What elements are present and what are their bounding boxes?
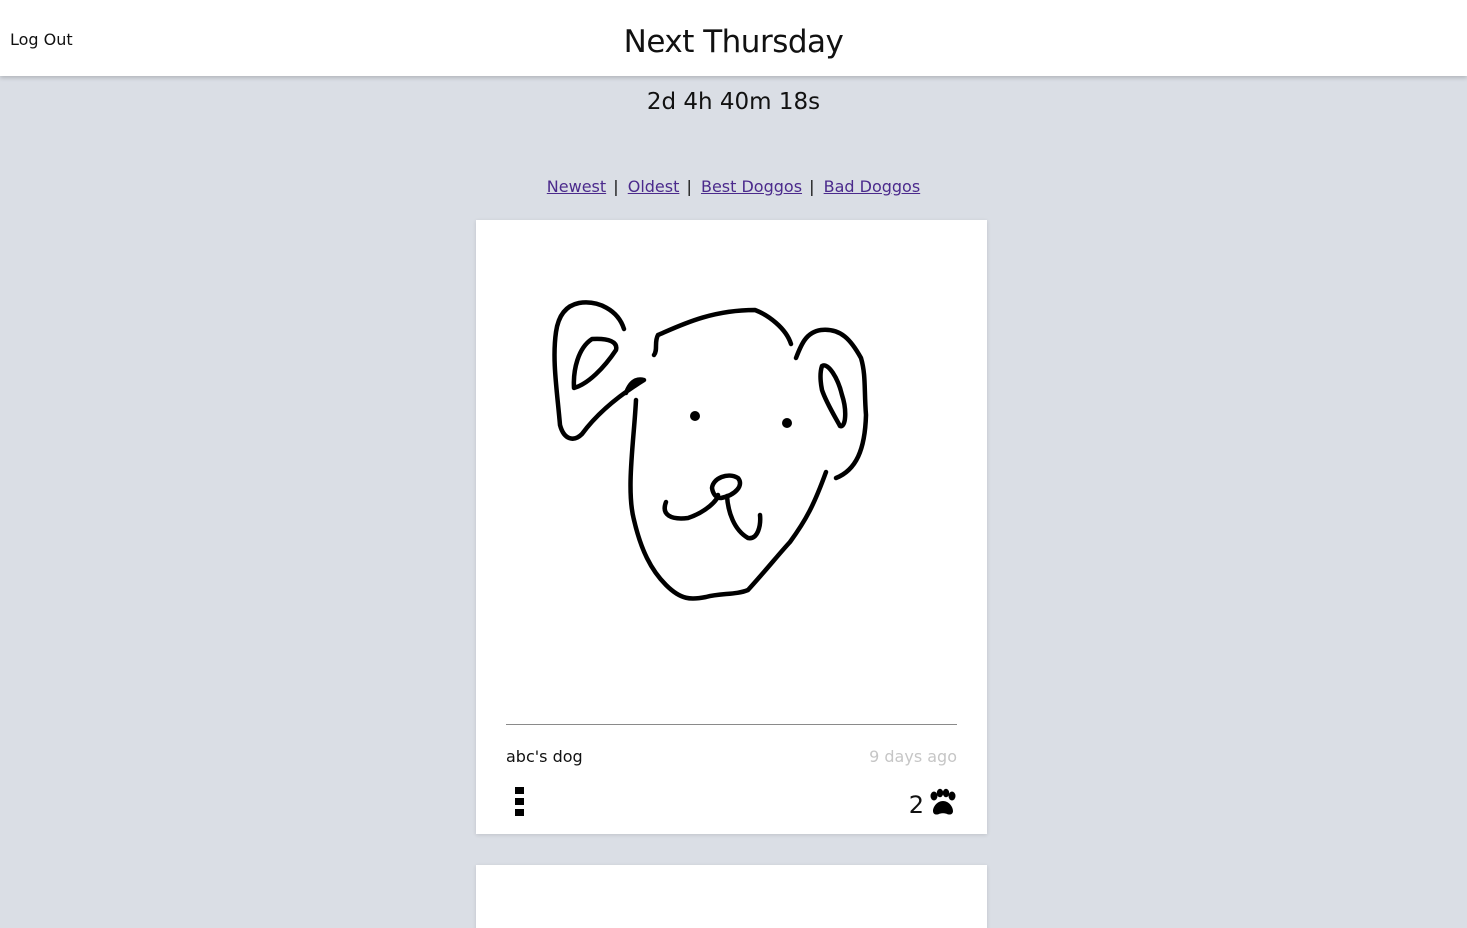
sort-nav: Newest | Oldest | Best Doggos | Bad Dogg… <box>0 177 1467 196</box>
sort-newest-link[interactable]: Newest <box>547 177 606 196</box>
card-divider <box>506 724 957 725</box>
paw-count: 2 <box>908 791 924 819</box>
sort-best-doggos-link[interactable]: Best Doggos <box>701 177 802 196</box>
sort-oldest-link[interactable]: Oldest <box>628 177 680 196</box>
sort-separator: | <box>809 177 815 196</box>
paw-icon <box>930 788 956 815</box>
dog-drawing <box>552 300 869 601</box>
post-card <box>476 865 987 928</box>
sort-separator: | <box>613 177 619 196</box>
vertical-dots-icon[interactable] <box>515 787 525 817</box>
post-card: abc's dog 9 days ago 2 <box>476 220 987 834</box>
page-title: Next Thursday <box>623 24 844 60</box>
post-timestamp: 9 days ago <box>869 747 957 766</box>
top-bar: Log Out Next Thursday <box>0 0 1467 76</box>
dog-owner-label: abc's dog <box>506 747 583 766</box>
paw-vote-button[interactable]: 2 <box>908 788 957 819</box>
sort-separator: | <box>686 177 692 196</box>
sort-bad-doggos-link[interactable]: Bad Doggos <box>824 177 921 196</box>
countdown-timer: 2d 4h 40m 18s <box>646 89 821 115</box>
